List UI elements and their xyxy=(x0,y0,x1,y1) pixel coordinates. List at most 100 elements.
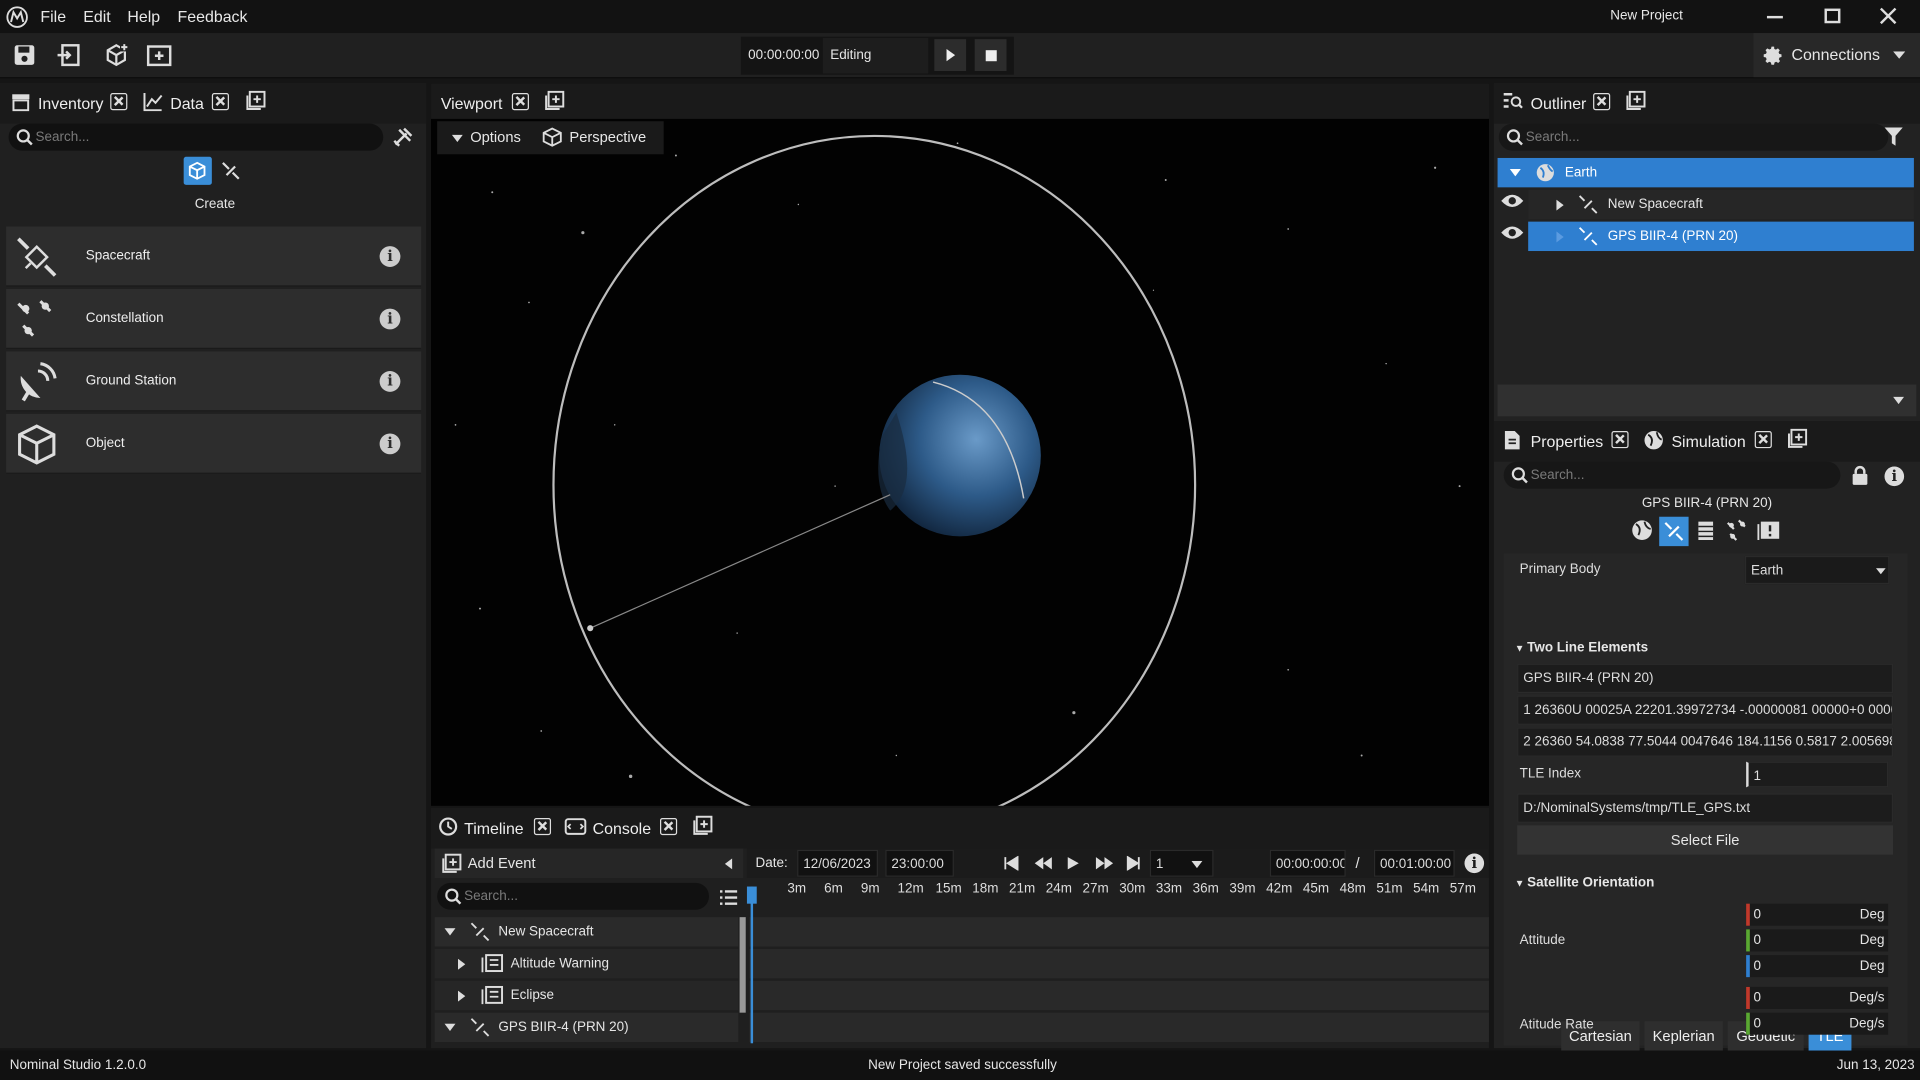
timeline-search-input[interactable]: Search... xyxy=(437,882,709,910)
add-object-icon[interactable] xyxy=(102,40,131,69)
close-icon[interactable] xyxy=(1754,431,1772,449)
playback-buttons[interactable] xyxy=(1004,855,1163,871)
add-tab-icon[interactable] xyxy=(1626,90,1646,111)
attitude-x-input[interactable]: 0 Deg xyxy=(1746,903,1889,926)
menu-edit[interactable]: Edit xyxy=(83,0,110,33)
tab-timeline[interactable]: Timeline xyxy=(464,813,524,845)
add-tab-icon[interactable] xyxy=(246,90,266,111)
stop-button[interactable] xyxy=(974,39,1007,72)
timeline-row[interactable]: Eclipse xyxy=(434,980,739,1011)
primary-body-select[interactable]: Earth xyxy=(1744,555,1890,585)
new-window-icon[interactable] xyxy=(144,40,173,69)
globe-category-icon[interactable] xyxy=(1629,517,1656,544)
tab-outliner[interactable]: Outliner xyxy=(1531,88,1587,120)
options-button[interactable]: Options xyxy=(470,129,521,146)
inventory-item-constellation[interactable]: Constellation i xyxy=(6,288,422,349)
menu-file[interactable]: File xyxy=(40,0,66,33)
close-window-icon[interactable] xyxy=(1878,6,1898,26)
info-icon[interactable]: i xyxy=(379,433,401,455)
attitude-z-input[interactable]: 0 Deg xyxy=(1746,955,1889,978)
playhead-handle[interactable] xyxy=(746,886,757,904)
tab-simulation[interactable]: Simulation xyxy=(1671,426,1745,458)
import-icon[interactable] xyxy=(54,40,83,69)
add-tab-icon[interactable] xyxy=(693,815,713,836)
tle-line2-field[interactable]: 2 26360 54.0838 77.5044 0047646 184.1156… xyxy=(1517,727,1894,757)
menu-help[interactable]: Help xyxy=(127,0,160,33)
properties-search-input[interactable]: Search... xyxy=(1503,461,1841,489)
connections-button[interactable]: Connections xyxy=(1753,33,1920,78)
orientation-section-header[interactable]: ▼ Satellite Orientation xyxy=(1515,876,1655,891)
list-icon[interactable] xyxy=(719,889,739,906)
battery-category-icon[interactable] xyxy=(1692,517,1719,544)
info-icon[interactable]: i xyxy=(379,246,401,267)
constellation-category-icon[interactable] xyxy=(1724,517,1751,544)
tab-inventory[interactable]: Inventory xyxy=(38,88,103,120)
select-file-button[interactable]: Select File xyxy=(1517,825,1894,855)
collapse-left-icon[interactable] xyxy=(724,858,733,870)
timeline-scrollbar[interactable] xyxy=(739,917,746,1013)
tab-properties[interactable]: Properties xyxy=(1531,426,1604,458)
menu-feedback[interactable]: Feedback xyxy=(178,0,248,33)
file-path-field[interactable]: D:/NominalSystems/tmp/TLE_GPS.txt xyxy=(1517,793,1894,823)
outliner-row-gps[interactable]: GPS BIIR-4 (PRN 20) xyxy=(1528,221,1914,252)
tab-console[interactable]: Console xyxy=(593,813,651,845)
tle-index-input[interactable]: 1 xyxy=(1746,761,1889,788)
time-input[interactable]: 23:00:00 xyxy=(885,849,954,877)
tab-viewport[interactable]: Viewport xyxy=(441,88,503,120)
lock-icon[interactable] xyxy=(1850,465,1870,486)
filter-icon[interactable] xyxy=(1884,127,1903,146)
add-tab-icon[interactable] xyxy=(545,90,565,111)
attitude-rate-y-input[interactable]: 0 Deg/s xyxy=(1746,1012,1889,1035)
timeline-row[interactable]: Altitude Warning xyxy=(434,948,739,979)
play-button[interactable] xyxy=(934,39,967,72)
perspective-button[interactable]: Perspective xyxy=(569,129,646,146)
close-icon[interactable] xyxy=(110,93,128,111)
create-object-button[interactable] xyxy=(183,156,212,185)
close-icon[interactable] xyxy=(211,93,229,111)
date-input[interactable]: 12/06/2023 xyxy=(797,849,878,877)
close-icon[interactable] xyxy=(511,93,529,111)
minimize-icon[interactable] xyxy=(1766,15,1783,19)
attitude-y-input[interactable]: 0 Deg xyxy=(1746,929,1889,952)
outliner-row-new-spacecraft[interactable]: New Spacecraft xyxy=(1528,189,1914,220)
outliner-search-input[interactable]: Search... xyxy=(1498,123,1889,151)
satellite-marker[interactable] xyxy=(587,625,594,632)
info-icon[interactable]: i xyxy=(1884,466,1905,487)
tools-icon[interactable] xyxy=(392,126,414,148)
tab-data[interactable]: Data xyxy=(170,88,204,120)
chevron-down-icon[interactable] xyxy=(1893,396,1905,405)
alert-category-icon[interactable] xyxy=(1756,517,1783,544)
current-time-field[interactable]: 00:00:00:00 xyxy=(1269,849,1346,877)
eye-icon[interactable] xyxy=(1500,224,1524,241)
close-icon[interactable] xyxy=(1611,431,1629,449)
maximize-icon[interactable] xyxy=(1824,8,1841,24)
attitude-rate-x-input[interactable]: 0 Deg/s xyxy=(1746,986,1889,1009)
timeline-row[interactable]: GPS BIIR-4 (PRN 20) xyxy=(434,1012,739,1043)
info-icon[interactable]: i xyxy=(379,308,401,330)
outliner-row-earth[interactable]: Earth xyxy=(1497,157,1914,188)
inventory-item-spacecraft[interactable]: Spacecraft i xyxy=(6,226,422,287)
timeline-row[interactable]: New Spacecraft xyxy=(434,917,739,947)
spacecraft-category-icon[interactable] xyxy=(1659,516,1689,547)
tle-line1-field[interactable]: 1 26360U 00025A 22201.39972734 -.0000008… xyxy=(1517,695,1894,725)
playhead[interactable] xyxy=(750,886,754,1044)
inventory-search-input[interactable]: Search... xyxy=(8,123,384,151)
tle-section-header[interactable]: ▼ Two Line Elements xyxy=(1515,640,1648,655)
close-icon[interactable] xyxy=(1593,93,1611,111)
eye-icon[interactable] xyxy=(1500,192,1524,209)
add-tab-icon[interactable] xyxy=(1788,428,1808,449)
total-time-field[interactable]: 00:01:00:00 xyxy=(1373,849,1455,877)
inventory-item-ground-station[interactable]: Ground Station i xyxy=(6,351,422,412)
tle-name-field[interactable]: GPS BIIR-4 (PRN 20) xyxy=(1517,663,1894,694)
viewport-panel[interactable]: Viewport Options Perspective xyxy=(431,83,1489,806)
info-icon[interactable]: i xyxy=(379,371,401,392)
close-icon[interactable] xyxy=(660,817,678,836)
create-spacecraft-button[interactable] xyxy=(217,157,245,185)
add-event-button[interactable]: Add Event xyxy=(434,848,744,878)
speed-select[interactable]: 1 xyxy=(1149,849,1214,877)
inventory-item-object[interactable]: Object i xyxy=(6,413,422,474)
save-icon[interactable] xyxy=(10,40,39,69)
close-icon[interactable] xyxy=(533,817,552,836)
info-icon[interactable]: i xyxy=(1464,853,1485,874)
tab-keplerian[interactable]: Keplerian xyxy=(1644,1021,1723,1051)
